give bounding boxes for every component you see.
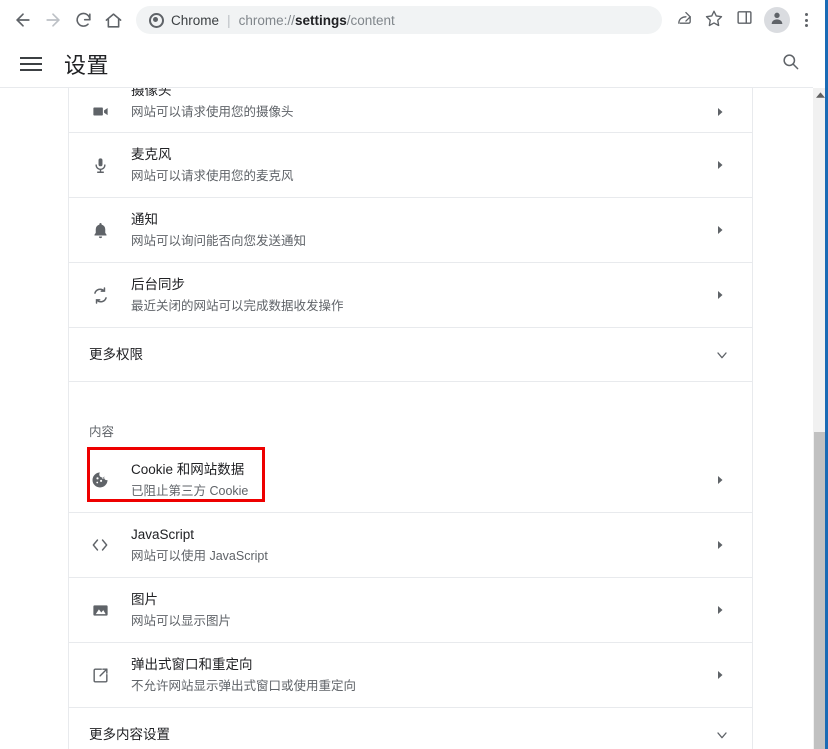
videocam-icon — [89, 100, 111, 122]
arrow-left-icon — [13, 10, 33, 30]
settings-row-title: 图片 — [131, 591, 158, 607]
chevron-right-icon — [710, 220, 730, 240]
settings-row-subtitle: 已阻止第三方 Cookie — [131, 483, 249, 498]
back-button[interactable] — [8, 5, 38, 35]
chevron-down-icon — [714, 347, 730, 363]
three-dot-menu-icon — [804, 13, 808, 27]
chevron-right-icon — [710, 470, 730, 490]
settings-row-text: 弹出式窗口和重定向 不允许网站显示弹出式窗口或使用重定向 — [131, 655, 710, 696]
chevron-down-icon — [714, 727, 730, 743]
profile-avatar-icon — [769, 10, 785, 31]
settings-row-title: 通知 — [131, 211, 158, 227]
settings-row-title: 摄像头 — [131, 88, 172, 98]
page-title: 设置 — [64, 53, 110, 78]
forward-button[interactable] — [38, 5, 68, 35]
url-bold-part: settings — [294, 12, 347, 28]
settings-row-text: JavaScript 网站可以使用 JavaScript — [131, 525, 710, 566]
reload-button[interactable] — [68, 5, 98, 35]
settings-row-subtitle: 网站可以请求使用您的麦克风 — [131, 168, 294, 183]
sync-icon — [89, 284, 111, 306]
settings-row-title: Cookie 和网站数据 — [131, 461, 245, 477]
settings-row-subtitle: 不允许网站显示弹出式窗口或使用重定向 — [131, 678, 357, 693]
browser-toolbar: Chrome | chrome://settings/content — [0, 0, 828, 40]
search-icon — [781, 52, 800, 76]
settings-row-cookies[interactable]: Cookie 和网站数据 已阻止第三方 Cookie — [69, 448, 752, 513]
settings-row-text: 后台同步 最近关闭的网站可以完成数据收发操作 — [131, 275, 710, 316]
settings-row-images[interactable]: 图片 网站可以显示图片 — [69, 578, 752, 643]
chevron-right-icon — [710, 535, 730, 555]
omnibox-separator: | — [227, 12, 231, 28]
hamburger-menu-icon[interactable] — [20, 52, 44, 76]
arrow-right-icon — [43, 10, 63, 30]
settings-row-text: 摄像头 网站可以请求使用您的摄像头 — [131, 88, 710, 122]
section-more-content-settings[interactable]: 更多内容设置 — [69, 708, 752, 749]
omnibox-app-label: Chrome — [171, 12, 220, 28]
settings-row-subtitle: 最近关闭的网站可以完成数据收发操作 — [131, 298, 344, 313]
omnibox-url: chrome://settings/content — [239, 13, 395, 28]
bell-icon — [89, 219, 111, 241]
settings-row-text: 麦克风 网站可以请求使用您的麦克风 — [131, 145, 710, 186]
group-label-content: 内容 — [69, 382, 752, 448]
reload-icon — [74, 11, 93, 30]
microphone-icon — [89, 154, 111, 176]
settings-row-title: JavaScript — [131, 526, 195, 542]
settings-row-notifications[interactable]: 通知 网站可以询问能否向您发送通知 — [69, 198, 752, 263]
image-icon — [89, 599, 111, 621]
chrome-logo-icon — [148, 12, 164, 28]
chevron-right-icon — [710, 665, 730, 685]
chevron-right-icon — [710, 285, 730, 305]
settings-scroll-area: 摄像头 网站可以请求使用您的摄像头 麦克风 网站可以请求使用您的麦克风 通知 网… — [0, 88, 813, 749]
browser-menu-button[interactable] — [792, 6, 820, 34]
settings-row-subtitle: 网站可以使用 JavaScript — [131, 548, 268, 563]
settings-row-background-sync[interactable]: 后台同步 最近关闭的网站可以完成数据收发操作 — [69, 263, 752, 328]
settings-card: 摄像头 网站可以请求使用您的摄像头 麦克风 网站可以请求使用您的麦克风 通知 网… — [68, 88, 753, 749]
settings-row-title: 弹出式窗口和重定向 — [131, 656, 253, 672]
url-suffix: /content — [346, 12, 395, 28]
settings-content-viewport: 摄像头 网站可以请求使用您的摄像头 麦克风 网站可以请求使用您的麦克风 通知 网… — [0, 88, 828, 749]
settings-row-title: 后台同步 — [131, 276, 185, 292]
side-panel-button[interactable] — [730, 6, 758, 34]
open-in-new-icon — [89, 664, 111, 686]
cookie-icon — [89, 469, 111, 491]
star-icon — [705, 9, 723, 32]
settings-row-text: Cookie 和网站数据 已阻止第三方 Cookie — [131, 460, 710, 501]
home-icon — [104, 11, 123, 30]
browser-window: Chrome | chrome://settings/content 设置 摄像… — [0, 0, 828, 749]
share-button[interactable] — [670, 6, 698, 34]
side-panel-icon — [736, 9, 753, 31]
settings-search-button[interactable] — [776, 50, 804, 78]
share-icon — [676, 9, 693, 31]
settings-row-javascript[interactable]: JavaScript 网站可以使用 JavaScript — [69, 513, 752, 578]
settings-row-subtitle: 网站可以询问能否向您发送通知 — [131, 233, 307, 248]
settings-row-text: 通知 网站可以询问能否向您发送通知 — [131, 210, 710, 251]
settings-row-title: 麦克风 — [131, 146, 172, 162]
profile-button[interactable] — [764, 7, 790, 33]
settings-row-subtitle: 网站可以显示图片 — [131, 613, 232, 628]
section-title: 更多权限 — [89, 346, 143, 362]
settings-header: 设置 — [0, 40, 828, 88]
code-brackets-icon — [89, 534, 111, 556]
section-more-permissions[interactable]: 更多权限 — [69, 328, 752, 382]
bookmark-button[interactable] — [700, 6, 728, 34]
url-prefix: chrome:// — [238, 12, 295, 28]
home-button[interactable] — [98, 5, 128, 35]
settings-row-microphone[interactable]: 麦克风 网站可以请求使用您的麦克风 — [69, 133, 752, 198]
chevron-right-icon — [710, 155, 730, 175]
address-bar[interactable]: Chrome | chrome://settings/content — [136, 6, 662, 34]
settings-row-camera[interactable]: 摄像头 网站可以请求使用您的摄像头 — [69, 88, 752, 133]
chevron-right-icon — [710, 600, 730, 620]
chevron-right-icon — [710, 102, 730, 122]
settings-row-text: 图片 网站可以显示图片 — [131, 590, 710, 631]
settings-row-subtitle: 网站可以请求使用您的摄像头 — [131, 105, 294, 119]
section-title: 更多内容设置 — [89, 726, 170, 742]
settings-row-popups-redirects[interactable]: 弹出式窗口和重定向 不允许网站显示弹出式窗口或使用重定向 — [69, 643, 752, 708]
